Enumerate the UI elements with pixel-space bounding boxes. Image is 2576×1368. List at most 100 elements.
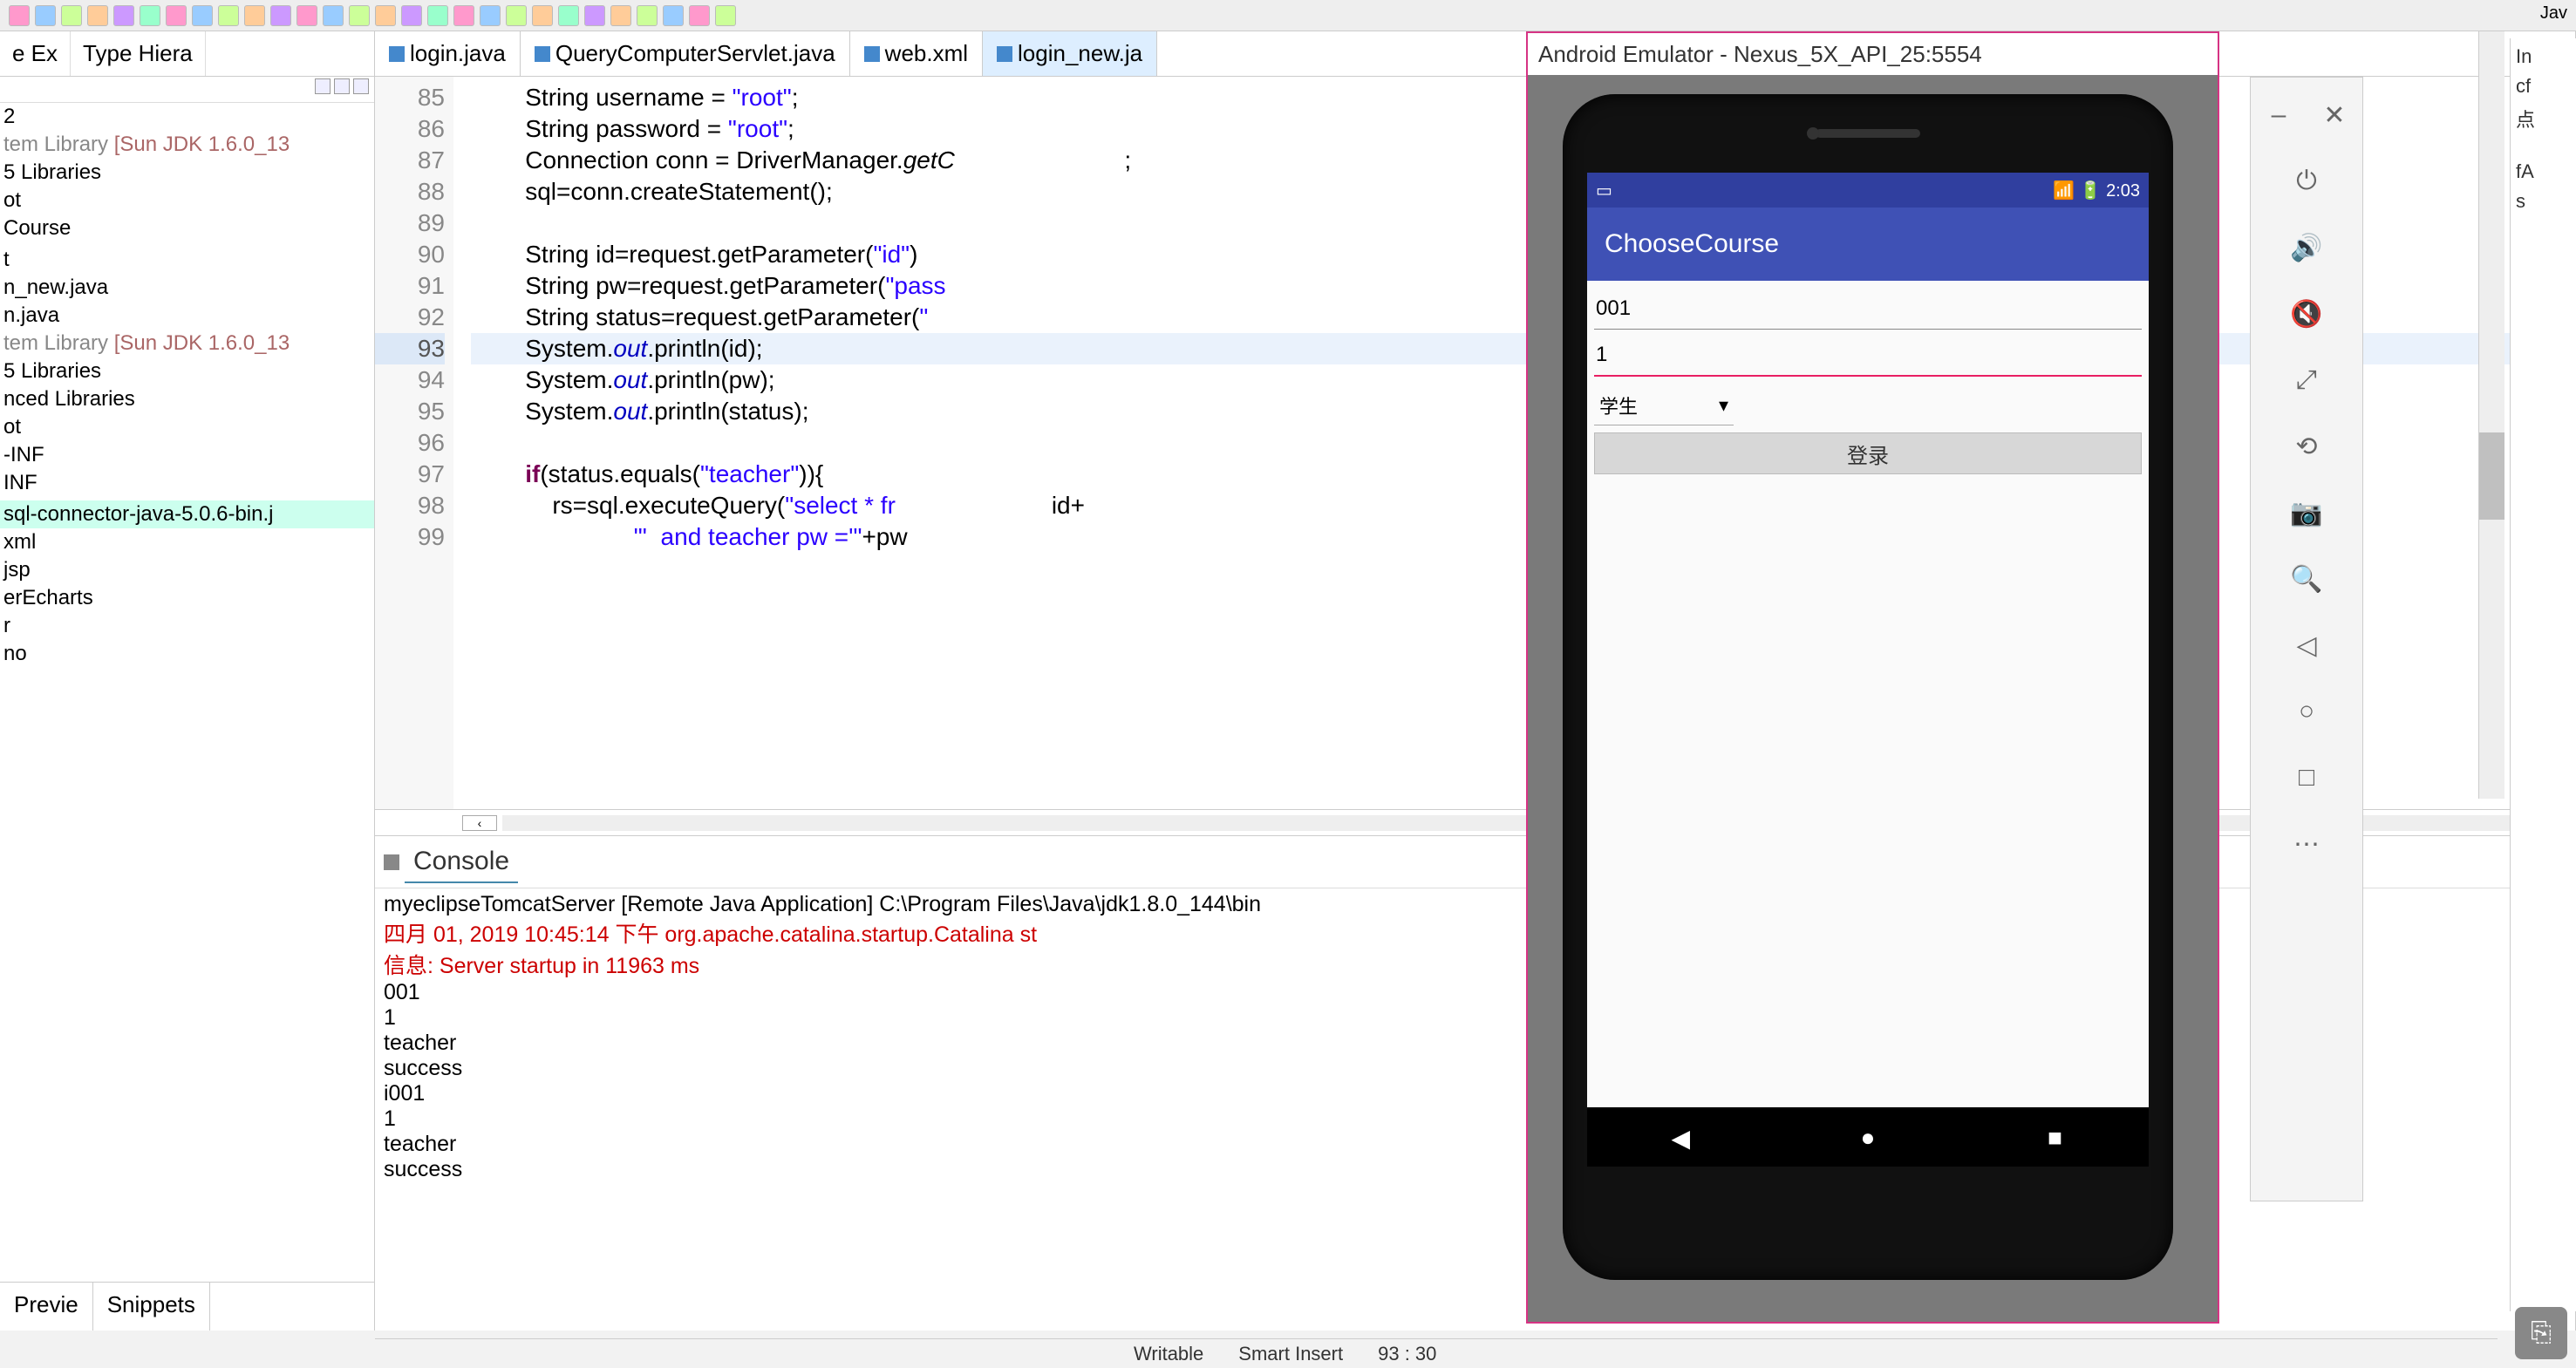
editor-tab[interactable]: web.xml: [850, 31, 983, 76]
login-form: 学生 ▾ 登录: [1587, 281, 2149, 481]
nav-back-icon[interactable]: ◀: [1667, 1124, 1693, 1150]
console-output[interactable]: myeclipseTomcatServer [Remote Java Appli…: [375, 888, 2575, 1331]
view-menu-icon[interactable]: [353, 78, 369, 94]
emu-screenshot-icon[interactable]: 📷: [2286, 493, 2327, 533]
tool-icon[interactable]: [375, 5, 396, 26]
project-tree[interactable]: 2tem Library [Sun JDK 1.6.0_13 5 Librari…: [0, 103, 374, 1282]
java-file-icon: [535, 46, 550, 62]
emu-overview-icon[interactable]: □: [2286, 758, 2327, 798]
phone-screen[interactable]: ▭ 📶 🔋 2:03 ChooseCourse 学生 ▾ 登录 ◀: [1587, 173, 2149, 1167]
tool-icon[interactable]: [61, 5, 82, 26]
emu-minimize-icon[interactable]: –: [2259, 95, 2299, 135]
tool-icon[interactable]: [9, 5, 30, 26]
tool-icon[interactable]: [270, 5, 291, 26]
tab-package-explorer[interactable]: e Ex: [0, 31, 71, 76]
tool-icon[interactable]: [296, 5, 317, 26]
android-status-bar: ▭ 📶 🔋 2:03: [1587, 173, 2149, 208]
console-tab[interactable]: Console: [405, 841, 518, 883]
editor-tab[interactable]: QueryComputerServlet.java: [521, 31, 850, 76]
tab-snippets[interactable]: Snippets: [93, 1283, 210, 1331]
tool-icon[interactable]: [323, 5, 344, 26]
tool-icon[interactable]: [689, 5, 710, 26]
scroll-thumb[interactable]: [2479, 432, 2504, 520]
tree-item[interactable]: tem Library [Sun JDK 1.6.0_13: [0, 330, 374, 357]
tab-type-hierarchy[interactable]: Type Hiera: [71, 31, 206, 76]
tool-icon[interactable]: [140, 5, 160, 26]
tool-icon[interactable]: [244, 5, 265, 26]
tree-item[interactable]: n_new.java: [0, 274, 374, 302]
tool-icon[interactable]: [584, 5, 605, 26]
right-v-scrollbar[interactable]: [2478, 31, 2504, 799]
tool-icon[interactable]: [558, 5, 579, 26]
tree-item[interactable]: 5 Libraries: [0, 159, 374, 187]
tool-icon[interactable]: [663, 5, 684, 26]
tool-icon[interactable]: [506, 5, 527, 26]
emu-back-icon[interactable]: ◁: [2286, 625, 2327, 665]
editor-h-scrollbar[interactable]: ‹: [375, 809, 2575, 835]
role-spinner[interactable]: 学生 ▾: [1594, 385, 1734, 425]
tool-icon[interactable]: [401, 5, 422, 26]
emu-rotate-left-icon[interactable]: ⤢: [2286, 360, 2327, 400]
console-launch-line: myeclipseTomcatServer [Remote Java Appli…: [384, 892, 2566, 917]
emu-power-icon[interactable]: ⏻: [2286, 161, 2327, 201]
tool-icon[interactable]: [35, 5, 56, 26]
tree-item[interactable]: 2: [0, 103, 374, 131]
emu-more-icon[interactable]: ⋯: [2286, 824, 2327, 864]
editor-tab[interactable]: login_new.ja: [983, 31, 1157, 76]
tool-icon[interactable]: [218, 5, 239, 26]
tool-icon[interactable]: [349, 5, 370, 26]
tree-item[interactable]: tem Library [Sun JDK 1.6.0_13: [0, 131, 374, 159]
tool-icon[interactable]: [610, 5, 631, 26]
perspective-label[interactable]: Jav: [2540, 3, 2567, 24]
emu-volume-down-icon[interactable]: 🔇: [2286, 294, 2327, 334]
tree-item[interactable]: ot: [0, 187, 374, 214]
scroll-left-icon[interactable]: ‹: [462, 815, 497, 831]
tree-item[interactable]: ot: [0, 413, 374, 441]
tool-icon[interactable]: [532, 5, 553, 26]
tree-item[interactable]: Course: [0, 214, 374, 242]
emu-home-icon[interactable]: ○: [2286, 691, 2327, 732]
tool-icon[interactable]: [480, 5, 501, 26]
tree-item[interactable]: -INF: [0, 441, 374, 469]
code-editor[interactable]: 858687888990919293949596979899 String us…: [375, 77, 2575, 809]
emu-zoom-icon[interactable]: 🔍: [2286, 559, 2327, 599]
tree-item[interactable]: t: [0, 246, 374, 274]
editor-tab[interactable]: login.java: [375, 31, 521, 76]
nav-home-icon[interactable]: ●: [1855, 1124, 1881, 1150]
nav-recent-icon[interactable]: ■: [2042, 1124, 2068, 1150]
tool-icon[interactable]: [715, 5, 736, 26]
console-line: teacher: [384, 1132, 2566, 1157]
password-field[interactable]: [1594, 335, 2142, 377]
link-editor-icon[interactable]: [315, 78, 331, 94]
login-button[interactable]: 登录: [1594, 432, 2142, 474]
collapse-all-icon[interactable]: [334, 78, 350, 94]
tree-item[interactable]: xml: [0, 528, 374, 556]
tree-item[interactable]: jsp: [0, 556, 374, 584]
usb-tray-icon[interactable]: ⎘: [2515, 1307, 2567, 1359]
tool-icon[interactable]: [113, 5, 134, 26]
tree-item[interactable]: INF: [0, 469, 374, 497]
tree-item[interactable]: erEcharts: [0, 584, 374, 612]
emu-close-icon[interactable]: ✕: [2314, 95, 2355, 135]
emu-volume-up-icon[interactable]: 🔊: [2286, 228, 2327, 268]
tool-icon[interactable]: [192, 5, 213, 26]
emu-rotate-right-icon[interactable]: ⟲: [2286, 426, 2327, 466]
tool-icon[interactable]: [427, 5, 448, 26]
status-cursor-pos: 93 : 30: [1378, 1343, 1436, 1365]
tree-item[interactable]: n.java: [0, 302, 374, 330]
tool-icon[interactable]: [453, 5, 474, 26]
tool-icon[interactable]: [87, 5, 108, 26]
tree-item[interactable]: 5 Libraries: [0, 357, 374, 385]
tool-icon[interactable]: [637, 5, 658, 26]
tree-item[interactable]: sql-connector-java-5.0.6-bin.j: [0, 500, 374, 528]
tree-item[interactable]: no: [0, 640, 374, 668]
username-field[interactable]: [1594, 288, 2142, 330]
remnant-line: s: [2514, 187, 2573, 216]
editor-area: login.javaQueryComputerServlet.javaweb.x…: [375, 31, 2576, 1331]
console-line: 四月 01, 2019 10:45:14 下午 org.apache.catal…: [384, 917, 2566, 949]
remnant-line: cf: [2514, 71, 2573, 101]
tree-item[interactable]: nced Libraries: [0, 385, 374, 413]
tree-item[interactable]: r: [0, 612, 374, 640]
tab-preview[interactable]: Previe: [0, 1283, 93, 1331]
tool-icon[interactable]: [166, 5, 187, 26]
